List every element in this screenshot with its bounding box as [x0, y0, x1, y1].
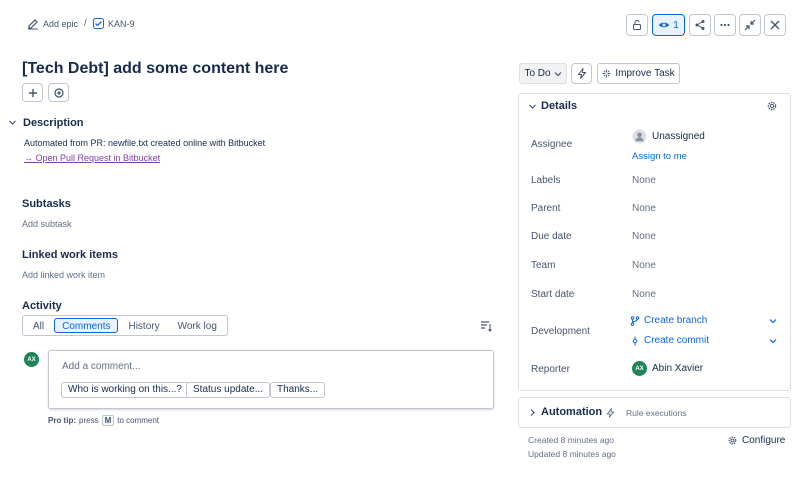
sparkle-icon	[602, 69, 611, 78]
reporter-value[interactable]: Abin Xavier	[652, 363, 703, 374]
comment-input[interactable]: Add a comment...	[62, 361, 140, 372]
issue-key-link[interactable]: KAN-9	[93, 18, 135, 29]
assignee-label: Assignee	[531, 139, 573, 150]
chevron-down-icon	[769, 317, 777, 325]
development-label: Development	[531, 326, 590, 337]
start-date-label: Start date	[531, 289, 575, 300]
apps-button[interactable]	[48, 83, 69, 102]
watch-count: 1	[673, 19, 679, 31]
subtasks-heading: Subtasks	[22, 198, 71, 210]
configure-button[interactable]: Configure	[727, 435, 785, 446]
lightning-icon	[577, 68, 587, 79]
add-subtask-button[interactable]: Add subtask	[22, 219, 72, 229]
create-commit-label: Create commit	[644, 335, 710, 346]
minimize-button[interactable]	[739, 14, 761, 36]
collapse-icon	[744, 19, 756, 31]
share-icon	[694, 19, 706, 31]
status-dropdown[interactable]: To Do	[519, 63, 567, 84]
edit-icon	[27, 18, 39, 30]
add-linked-item-button[interactable]: Add linked work item	[22, 270, 105, 280]
add-epic-button[interactable]: Add epic	[27, 18, 78, 30]
chevron-right-icon	[528, 408, 537, 417]
comment-avatar: AX	[24, 352, 39, 367]
gear-icon	[727, 435, 738, 446]
activity-heading: Activity	[22, 300, 62, 312]
team-value[interactable]: None	[632, 260, 656, 271]
restrictions-button[interactable]	[626, 14, 648, 36]
reporter-initials: AX	[635, 365, 644, 372]
add-epic-label: Add epic	[43, 19, 79, 29]
labels-label: Labels	[531, 175, 561, 186]
issue-key: KAN-9	[108, 18, 135, 29]
team-label: Team	[531, 260, 556, 271]
chevron-down-icon	[769, 337, 777, 345]
chevron-down-icon	[554, 70, 562, 78]
tab-comments[interactable]: Comments	[54, 318, 119, 333]
created-timestamp: Created 8 minutes ago	[528, 435, 614, 445]
status-label: To Do	[524, 68, 551, 79]
unlock-icon	[631, 19, 643, 31]
quick-reply-who-is-working[interactable]: Who is working on this...?	[61, 382, 189, 398]
assign-to-me-link[interactable]: Assign to me	[632, 151, 687, 162]
linked-items-heading: Linked work items	[22, 249, 118, 261]
create-branch-label: Create branch	[644, 315, 708, 326]
improve-task-label: Improve Task	[615, 68, 675, 79]
create-branch-button[interactable]: Create branch	[630, 315, 777, 326]
due-date-label: Due date	[531, 231, 572, 242]
add-child-button[interactable]	[22, 83, 43, 102]
gear-icon[interactable]	[766, 100, 778, 112]
issue-title[interactable]: [Tech Debt] add some content here	[22, 60, 288, 78]
eye-icon	[658, 19, 670, 31]
activity-tabs: All Comments History Work log	[22, 315, 228, 336]
description-collapse-icon[interactable]	[8, 118, 17, 127]
close-icon	[769, 19, 781, 31]
configure-label: Configure	[742, 435, 786, 446]
breadcrumb-separator: /	[84, 18, 87, 29]
create-commit-button[interactable]: Create commit	[630, 335, 777, 346]
more-icon	[719, 19, 731, 31]
tab-history[interactable]: History	[120, 318, 167, 333]
pro-tip-text-1: press	[79, 416, 99, 425]
more-actions-button[interactable]	[714, 14, 736, 36]
pro-tip-text-2: to comment	[117, 416, 160, 425]
commit-icon	[630, 336, 640, 346]
avatar-initials: AX	[27, 356, 36, 363]
labels-value[interactable]: None	[632, 175, 656, 186]
comment-box[interactable]: Add a comment...	[48, 350, 494, 409]
watch-button[interactable]: 1	[652, 14, 685, 36]
user-icon	[632, 129, 647, 144]
improve-task-button[interactable]: Improve Task	[597, 63, 680, 84]
tab-all[interactable]: All	[25, 318, 52, 333]
due-date-value[interactable]: None	[632, 231, 656, 242]
details-collapse-icon[interactable]	[528, 102, 537, 111]
parent-value[interactable]: None	[632, 203, 656, 214]
lightning-icon	[606, 408, 615, 418]
actions-button[interactable]	[571, 63, 592, 84]
details-heading: Details	[541, 100, 578, 112]
assignee-value[interactable]: Unassigned	[652, 131, 705, 142]
automation-heading: Automation	[541, 406, 603, 418]
pro-tip: Pro tip: press M to comment	[48, 415, 159, 426]
description-text[interactable]: Automated from PR: newfile.txt created o…	[24, 138, 265, 148]
quick-reply-thanks[interactable]: Thanks...	[270, 382, 326, 398]
description-heading: Description	[23, 117, 84, 129]
keyboard-key: M	[101, 415, 115, 426]
target-icon	[53, 87, 64, 98]
quick-reply-status-update[interactable]: Status update...	[186, 382, 271, 398]
sort-icon[interactable]	[480, 320, 492, 332]
parent-label: Parent	[531, 203, 561, 214]
updated-timestamp: Updated 8 minutes ago	[528, 449, 616, 459]
rule-executions-label: Rule executions	[626, 408, 687, 418]
share-button[interactable]	[689, 14, 711, 36]
branch-icon	[630, 315, 640, 326]
plus-icon	[28, 88, 38, 98]
open-pull-request-link[interactable]: → Open Pull Request in Bitbucket	[24, 153, 160, 163]
reporter-avatar: AX	[632, 361, 647, 376]
pro-tip-label: Pro tip:	[48, 416, 76, 425]
start-date-value[interactable]: None	[632, 289, 656, 300]
tab-work-log[interactable]: Work log	[170, 318, 225, 333]
close-button[interactable]	[764, 14, 786, 36]
reporter-label: Reporter	[531, 364, 570, 375]
task-checkbox-icon	[93, 18, 104, 29]
